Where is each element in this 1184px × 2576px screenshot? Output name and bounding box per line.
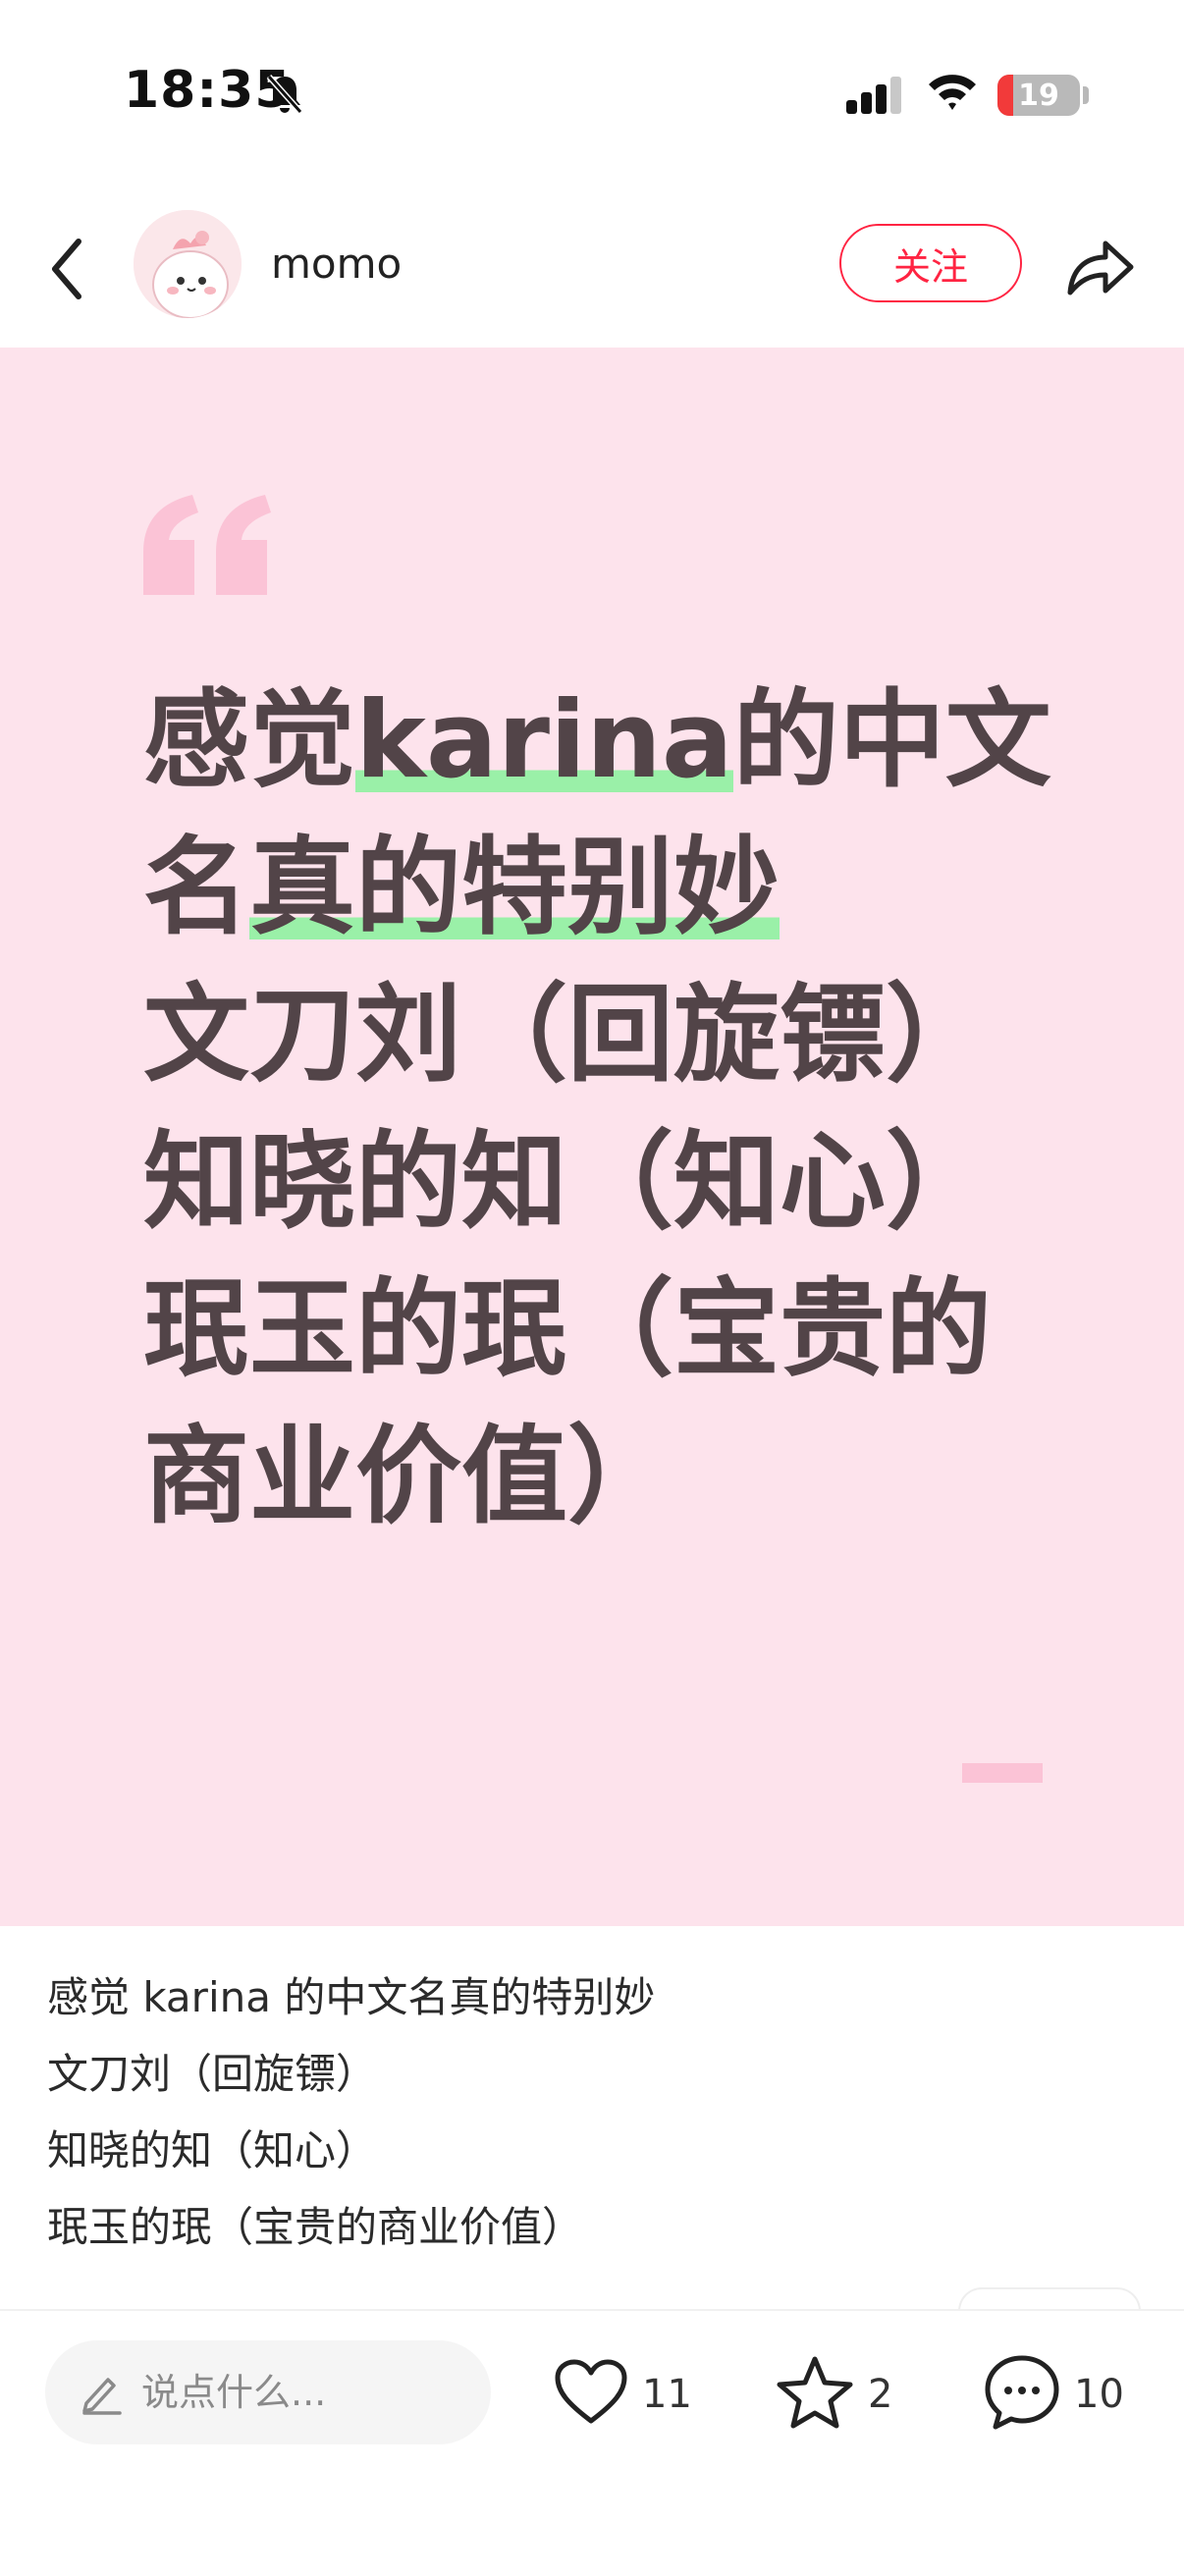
caption-line-1: 感觉 karina 的中文名真的特别妙 [47, 1973, 656, 2021]
heart-icon [554, 2358, 628, 2431]
card-line-1: 感觉karina的中文 [143, 668, 1056, 815]
quote-icon [141, 493, 271, 599]
card-line-1-post: 的中文 [732, 679, 1051, 802]
battery-percent: 19 [1018, 78, 1059, 113]
post-caption: 感觉 karina 的中文名真的特别妙 文刀刘（回旋镖） 知晓的知（知心） 珉玉… [47, 1959, 1137, 2266]
caption-line-2: 文刀刘（回旋镖） [47, 2050, 378, 2098]
battery-indicator: 19 [997, 75, 1080, 116]
bottom-action-bar: 说点什么... 11 2 10 [0, 2309, 1184, 2576]
pencil-icon [79, 2370, 124, 2419]
caption-line-4: 珉玉的珉（宝贵的商业价值） [47, 2203, 584, 2251]
caption-line-3: 知晓的知（知心） [47, 2126, 378, 2174]
card-line-2-highlight: 真的特别妙 [249, 827, 780, 949]
follow-button[interactable]: 关注 [839, 224, 1022, 302]
post-image-card[interactable]: 感觉karina的中文 名真的特别妙 文刀刘（回旋镖） 知晓的知（知心） 珉玉的… [0, 348, 1184, 1926]
comment-icon [984, 2354, 1060, 2435]
card-line-2-pre: 名 [143, 827, 250, 949]
card-line-2: 名真的特别妙 [143, 815, 1056, 962]
like-button[interactable]: 11 [554, 2350, 692, 2439]
card-line-4: 知晓的知（知心） [143, 1121, 993, 1244]
back-icon[interactable] [47, 234, 86, 308]
comment-input[interactable]: 说点什么... [45, 2340, 491, 2444]
card-line-3: 文刀刘（回旋镖） [143, 974, 993, 1097]
bell-slash-icon [265, 73, 304, 120]
card-text: 感觉karina的中文 名真的特别妙 文刀刘（回旋镖） 知晓的知（知心） 珉玉的… [143, 668, 1056, 1551]
card-line-1-highlight: karina [355, 679, 733, 802]
collect-button[interactable]: 2 [776, 2350, 892, 2439]
status-bar: 18:35 19 [0, 0, 1184, 187]
star-icon [776, 2355, 854, 2434]
battery-cap [1083, 86, 1089, 104]
wifi-icon [927, 71, 978, 118]
share-icon[interactable] [1064, 236, 1135, 302]
author-name[interactable]: momo [271, 240, 402, 288]
like-count: 11 [642, 2372, 692, 2417]
end-dash-decoration [962, 1763, 1043, 1783]
collect-count: 2 [868, 2372, 893, 2417]
post-header: momo 关注 [0, 196, 1184, 344]
card-line-5: 珉玉的珉（宝贵的 [143, 1268, 993, 1391]
comment-button[interactable]: 10 [984, 2350, 1124, 2439]
comment-placeholder: 说点什么... [141, 2371, 327, 2414]
avatar[interactable] [134, 210, 242, 318]
signal-icon [846, 77, 905, 120]
comment-count: 10 [1074, 2372, 1124, 2417]
card-line-6: 商业价值） [143, 1416, 674, 1538]
card-line-1-pre: 感觉 [143, 679, 356, 802]
